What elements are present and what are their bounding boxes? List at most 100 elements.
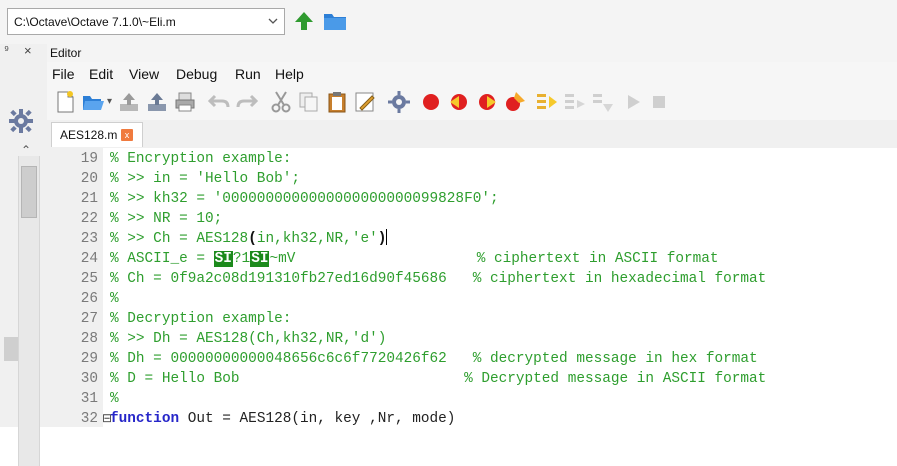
line-text: % >> NR = 10; — [110, 209, 222, 229]
path-toolbar: C:\Octave\Octave 7.1.0\~Eli.m — [0, 0, 897, 44]
copy-icon[interactable] — [297, 90, 321, 114]
editor-title-bar: ⁹ × Editor — [4, 43, 897, 62]
line-text: % — [110, 289, 119, 309]
step-icon[interactable] — [447, 90, 471, 114]
line-text: function Out = AES128(in, key ,Nr, mode) — [110, 409, 455, 429]
path-combobox[interactable]: C:\Octave\Octave 7.1.0\~Eli.m — [7, 8, 285, 35]
code-token: % Encryption example: — [110, 151, 292, 167]
menu-edit[interactable]: Edit — [89, 66, 113, 82]
code-token: ) — [377, 231, 387, 247]
line-text: % >> in = 'Hello Bob'; — [110, 169, 300, 189]
control-char: SI — [250, 251, 270, 267]
line-number: 19 — [80, 151, 98, 167]
code-token: % Decryption example: — [110, 311, 292, 327]
line-text: % Dh = 00000000000048656c6c6f7720426f62 … — [110, 349, 758, 369]
step-out-icon[interactable] — [591, 90, 615, 114]
gear-icon[interactable] — [8, 108, 34, 134]
code-line[interactable]: 25 % Ch = 0f9a2c08d191310fb27ed16d90f4568… — [47, 269, 897, 289]
line-number: 30 — [80, 371, 98, 387]
settings-icon[interactable] — [387, 90, 411, 114]
chevron-down-icon[interactable] — [268, 17, 278, 25]
code-line[interactable]: 31% — [47, 389, 897, 409]
line-text: % >> kh32 = '000000000000000000000009982… — [110, 189, 499, 209]
continue-icon[interactable] — [621, 90, 645, 114]
edit-icon[interactable] — [353, 90, 377, 114]
code-token: % Ch = 0f9a2c08d191310fb27ed16d90f45686 … — [110, 271, 767, 287]
save-icon[interactable] — [117, 90, 141, 114]
breakpoint-icon[interactable] — [419, 90, 443, 114]
code-line[interactable]: 24% ASCII_e = SI?1SI~mV % ciphertext in … — [47, 249, 897, 269]
cut-icon[interactable] — [269, 90, 293, 114]
code-line[interactable]: 21 % >> kh32 = '0000000000000000000000099… — [47, 189, 897, 209]
step-in-icon[interactable] — [475, 90, 499, 114]
close-icon[interactable]: × — [24, 43, 32, 58]
text-cursor — [386, 229, 388, 245]
line-number: 25 — [80, 271, 98, 287]
code-editor[interactable]: 19 % Encryption example: 20 % >> in = 'Hell… — [47, 148, 897, 427]
menu-run[interactable]: Run — [235, 66, 261, 82]
code-token: % >> NR = 10; — [110, 211, 223, 227]
rail-marker — [4, 337, 18, 361]
code-token: % — [110, 291, 119, 307]
tab-label: AES128.m — [60, 128, 118, 142]
step-over-icon[interactable] — [563, 90, 587, 114]
menu-bar: File Edit View Debug Run Help — [47, 62, 897, 86]
code-token: % D = Hello Bob % Decrypted message in A… — [110, 371, 767, 387]
menu-file[interactable]: File — [52, 66, 75, 82]
code-line[interactable]: 19 % Encryption example: — [47, 149, 897, 169]
code-line[interactable]: 28 % >> Dh = AES128(Ch,kh32,NR,'d') — [47, 329, 897, 349]
line-text: % Encryption example: — [110, 149, 291, 169]
code-line[interactable]: 29 % Dh = 00000000000048656c6c6f7720426f6… — [47, 349, 897, 369]
undo-icon[interactable] — [207, 90, 231, 114]
code-line[interactable]: 26% — [47, 289, 897, 309]
save-as-icon[interactable] — [145, 90, 169, 114]
file-tab-bar: AES128.m x — [47, 120, 897, 149]
control-char: SI — [213, 251, 233, 267]
line-number: 22 — [80, 211, 98, 227]
clear-breakpoints-icon[interactable] — [503, 90, 527, 114]
code-token: % Dh = 00000000000048656c6c6f7720426f62 … — [110, 351, 758, 367]
line-number: 24 — [80, 251, 98, 267]
code-token: % >> Dh = AES128(Ch,kh32,NR,'d') — [110, 331, 387, 347]
line-number: 21 — [80, 191, 98, 207]
arrow-up-icon[interactable] — [293, 10, 315, 32]
code-line[interactable]: 22 % >> NR = 10; — [47, 209, 897, 229]
path-text: C:\Octave\Octave 7.1.0\~Eli.m — [14, 15, 176, 29]
code-line[interactable]: 27 % Decryption example: — [47, 309, 897, 329]
scrollbar-thumb[interactable] — [21, 166, 37, 218]
paste-icon[interactable] — [325, 90, 349, 114]
redo-icon[interactable] — [235, 90, 259, 114]
line-text: % — [110, 389, 119, 409]
line-number: 28 — [80, 331, 98, 347]
code-line[interactable]: 20 % >> in = 'Hello Bob'; — [47, 169, 897, 189]
folder-icon[interactable] — [322, 9, 348, 33]
dropdown-arrow-icon[interactable]: ▾ — [107, 96, 112, 107]
code-token: % >> in = 'Hello Bob'; — [110, 171, 300, 187]
undock-icon[interactable]: ⁹ — [4, 43, 9, 57]
code-token: function — [110, 411, 180, 427]
line-number: 31 — [80, 391, 98, 407]
new-file-icon[interactable] — [53, 90, 77, 114]
run-to-icon[interactable] — [535, 90, 559, 114]
vertical-scrollbar[interactable] — [18, 156, 40, 466]
code-line[interactable]: 32 ⊟ function Out = AES128(in, key ,Nr, mo… — [47, 409, 897, 429]
print-icon[interactable] — [173, 90, 197, 114]
line-text: % >> Ch = AES128(in,kh32,NR,'e') — [110, 229, 388, 249]
editor-title: Editor — [50, 46, 82, 60]
line-text: % Decryption example: — [110, 309, 291, 329]
line-text: % Ch = 0f9a2c08d191310fb27ed16d90f45686 … — [110, 269, 766, 289]
code-token: ~mV % ciphertext in ASCII format — [269, 251, 719, 267]
stop-icon[interactable] — [647, 90, 671, 114]
open-file-icon[interactable] — [81, 90, 105, 114]
line-text: % >> Dh = AES128(Ch,kh32,NR,'d') — [110, 329, 386, 349]
scroll-up-icon[interactable]: ⌃ — [21, 143, 31, 157]
tab-close-icon[interactable]: x — [121, 129, 133, 141]
menu-help[interactable]: Help — [275, 66, 304, 82]
code-line[interactable]: 23 % >> Ch = AES128(in,kh32,NR,'e') — [47, 229, 897, 249]
menu-debug[interactable]: Debug — [176, 66, 217, 82]
code-token: % — [110, 391, 119, 407]
tab-aes128[interactable]: AES128.m x — [51, 122, 143, 147]
menu-view[interactable]: View — [129, 66, 159, 82]
code-line[interactable]: 30 % D = Hello Bob % Decrypted message in… — [47, 369, 897, 389]
line-text: % D = Hello Bob % Decrypted message in A… — [110, 369, 766, 389]
